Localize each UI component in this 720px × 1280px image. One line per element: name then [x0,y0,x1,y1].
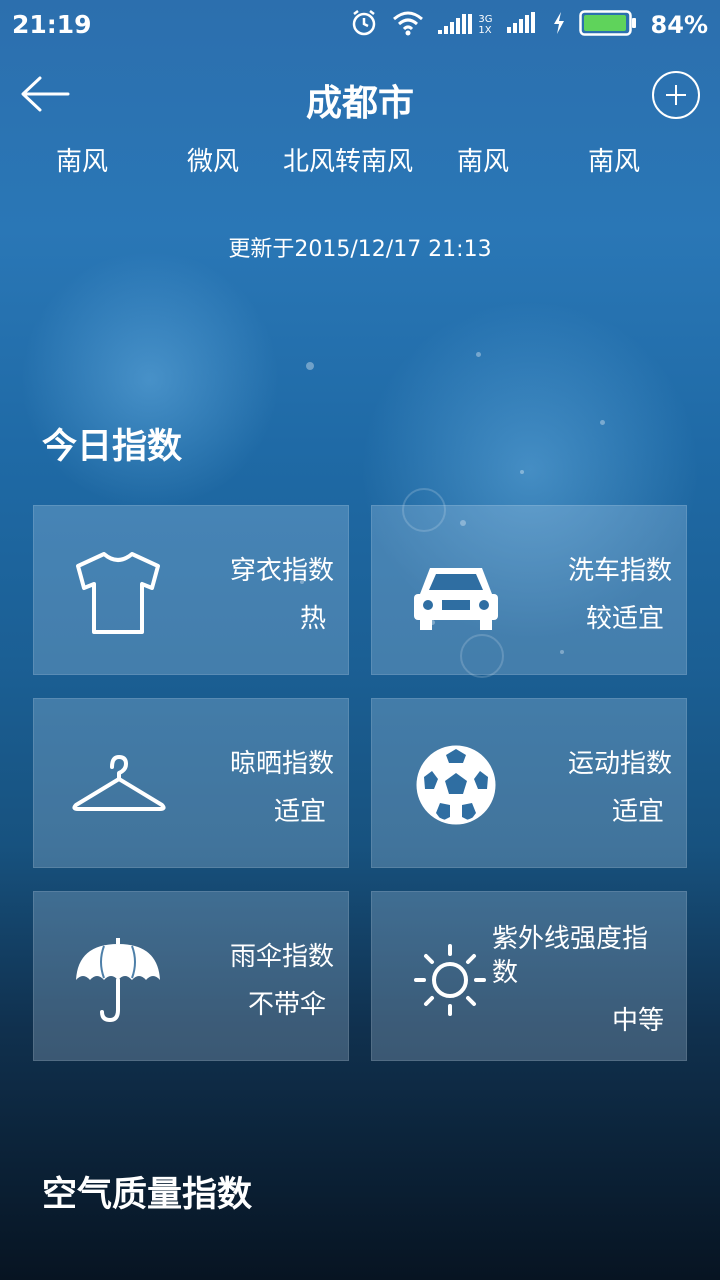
index-name: 晾晒指数 [229,749,334,779]
status-bar: 21:19 3G 1X 84% [0,0,720,50]
index-name: 运动指数 [567,749,672,779]
umbrella-icon [76,938,160,1023]
network-type: 3G 1X [438,14,493,36]
index-card-umbrella[interactable]: 雨伞指数 不带伞 [33,891,349,1061]
section-title-today-index: 今日指数 [42,427,183,467]
index-card-uv[interactable]: 紫外线强度指数 中等 [371,891,687,1061]
sun-icon [414,944,486,1016]
status-icons: 3G 1X 84% [350,10,708,40]
signal-icon [506,12,539,38]
alarm-icon [350,9,378,41]
car-icon [414,568,498,630]
app-header: 成都市 [0,60,720,132]
wind-item: 南风 [587,147,640,177]
hanger-icon [72,755,166,811]
wind-forecast-row: 南风 微风 北风转南风 南风 南风 [0,141,720,181]
index-card-sports[interactable]: 运动指数 适宜 [371,698,687,868]
wind-item: 北风转南风 [282,147,413,177]
index-value: 适宜 [273,797,326,827]
section-title-air-quality: 空气质量指数 [42,1175,253,1215]
index-value: 热 [299,604,326,634]
status-time: 21:19 [12,10,92,39]
index-card-car-wash[interactable]: 洗车指数 较适宜 [371,505,687,675]
battery-icon [578,10,637,40]
index-card-drying[interactable]: 晾晒指数 适宜 [33,698,349,868]
page-title: 成都市 [305,83,414,124]
update-time: 更新于2015/12/17 21:13 [228,237,492,262]
wind-item: 微风 [186,147,239,177]
battery-percentage: 84% [650,11,708,39]
index-value: 不带伞 [247,990,326,1020]
index-name: 雨伞指数 [229,942,334,972]
index-value: 较适宜 [585,604,664,634]
charging-icon [553,12,565,38]
network-label: 3G 1X [478,14,493,36]
wind-item: 南风 [55,147,108,177]
wind-item: 南风 [456,147,509,177]
wifi-icon [392,10,424,40]
soccer-ball-icon [416,745,496,825]
index-name: 洗车指数 [567,556,672,586]
index-name: 紫外线强度指数 [492,924,649,988]
tshirt-icon [76,552,160,634]
index-name: 穿衣指数 [229,556,334,586]
index-value: 适宜 [611,797,664,827]
index-card-clothing[interactable]: 穿衣指数 热 [33,505,349,675]
add-city-button[interactable] [652,71,700,119]
index-value: 中等 [611,1006,664,1036]
